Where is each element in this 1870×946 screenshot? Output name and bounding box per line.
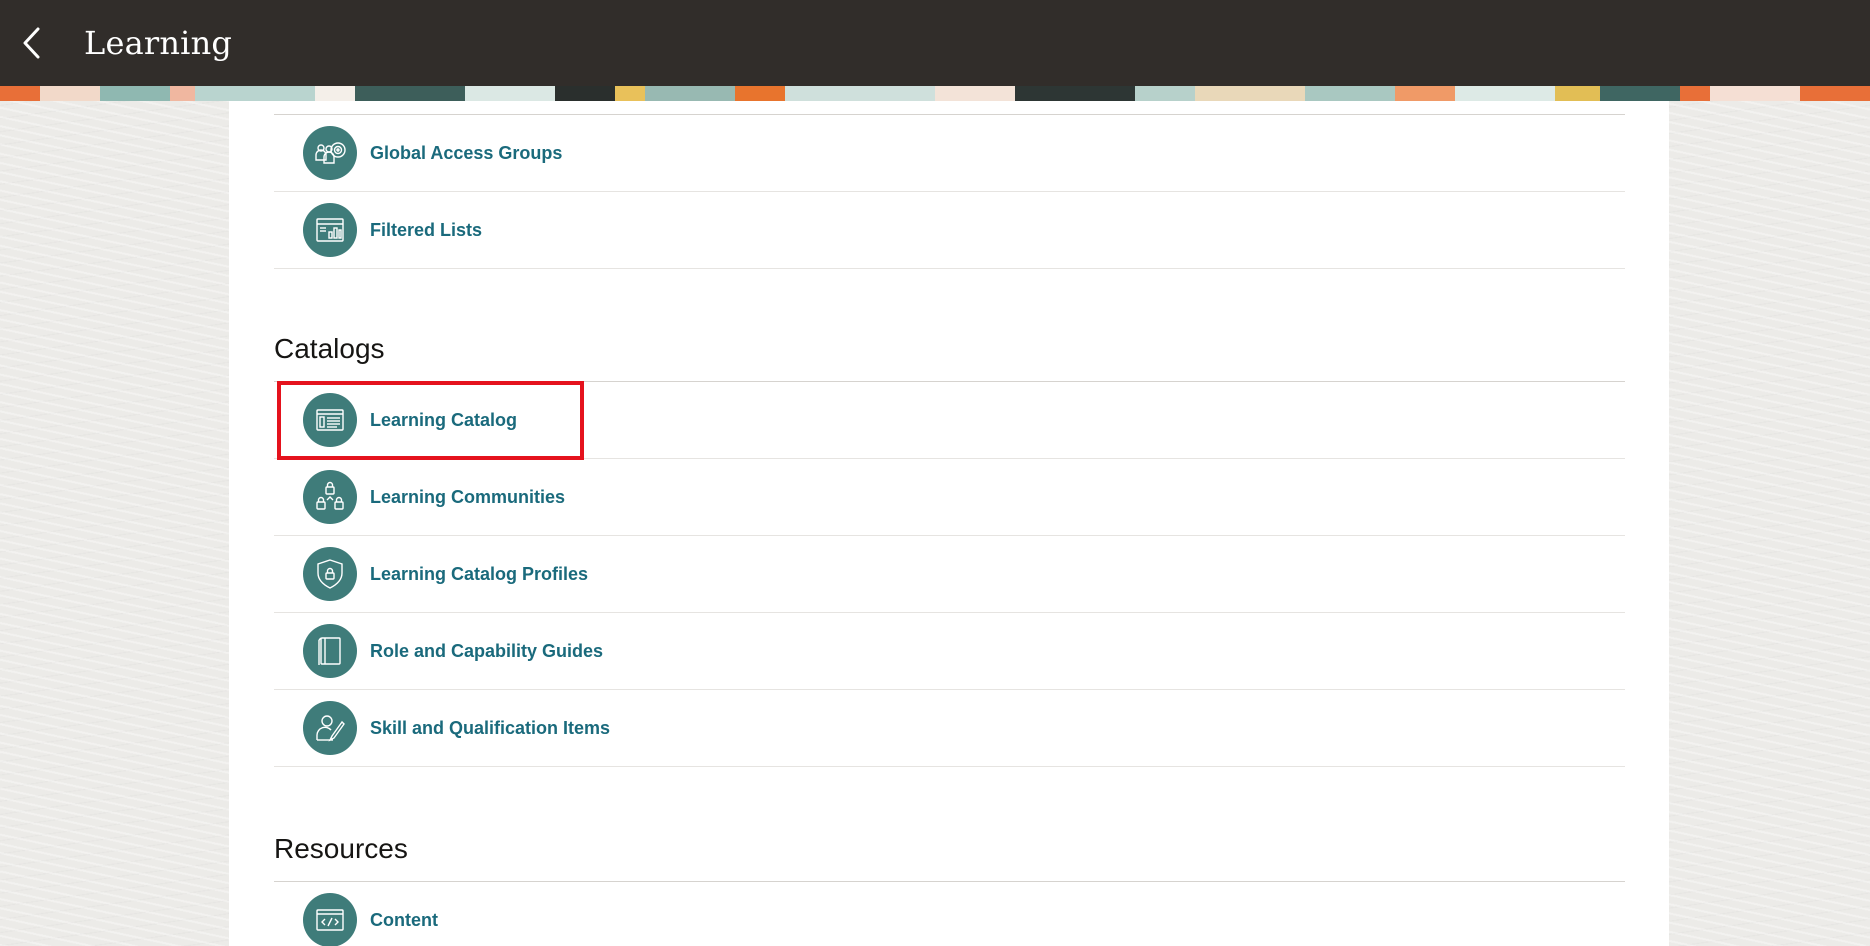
menu-item-global-access-groups[interactable]: Global Access Groups xyxy=(274,115,1625,192)
main-panel: Global Access Groups Filtered Lists Cata… xyxy=(229,101,1669,946)
menu-item-label: Learning Communities xyxy=(370,486,566,507)
guide-book-icon xyxy=(303,624,357,678)
skill-person-icon xyxy=(303,701,357,755)
menu-item-learning-catalog[interactable]: Learning Catalog xyxy=(274,382,1625,459)
section-title-resources: Resources xyxy=(274,833,408,864)
communities-icon xyxy=(303,470,357,524)
menu-item-label: Learning Catalog Profiles xyxy=(370,563,589,584)
menu-item-label: Global Access Groups xyxy=(370,142,563,163)
menu-item-skill-and-qualification-items[interactable]: Skill and Qualification Items xyxy=(274,690,1625,767)
menu-item-label: Content xyxy=(370,909,438,930)
shield-lock-icon xyxy=(303,547,357,601)
menu-item-learning-communities[interactable]: Learning Communities xyxy=(274,459,1625,536)
menu-item-content[interactable]: Content xyxy=(274,882,1625,946)
app-header: Learning xyxy=(0,0,1870,86)
access-groups-icon xyxy=(303,126,357,180)
menu-item-role-and-capability-guides[interactable]: Role and Capability Guides xyxy=(274,613,1625,690)
page-title: Learning xyxy=(84,24,233,62)
menu-item-label: Filtered Lists xyxy=(370,219,483,240)
menu-item-label: Skill and Qualification Items xyxy=(370,717,611,738)
chevron-left-icon xyxy=(23,27,40,59)
section-title-catalogs: Catalogs xyxy=(274,333,385,364)
menu-item-filtered-lists[interactable]: Filtered Lists xyxy=(274,192,1625,269)
menu-item-label: Learning Catalog xyxy=(370,409,518,430)
menu-item-label: Role and Capability Guides xyxy=(370,640,604,661)
code-window-icon xyxy=(303,893,357,946)
catalog-icon xyxy=(303,393,357,447)
menu-item-learning-catalog-profiles[interactable]: Learning Catalog Profiles xyxy=(274,536,1625,613)
filtered-list-icon xyxy=(303,203,357,257)
decorative-banner xyxy=(0,86,1870,101)
back-button[interactable] xyxy=(0,0,64,86)
